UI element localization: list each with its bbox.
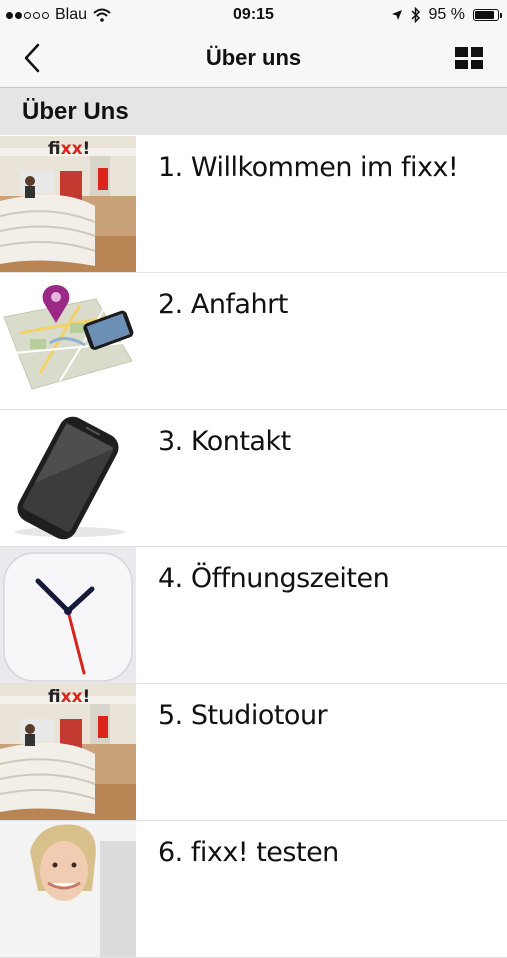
list-item-label: 6. fixx! testen xyxy=(158,837,339,868)
list-item-label: 1. Willkommen im fixx! xyxy=(158,152,459,183)
svg-text:fixx!: fixx! xyxy=(48,139,90,159)
navigation-bar: Über uns xyxy=(0,30,507,88)
list-item-label: 5. Studiotour xyxy=(158,700,328,731)
list-item-studiotour[interactable]: fixx! 5. Studiotour xyxy=(0,684,507,821)
about-list: fixx! 1. Willkommen im fixx! 2. Anfahrt … xyxy=(0,136,507,958)
list-item-label: 3. Kontakt xyxy=(158,426,291,457)
reception-photo: fixx! xyxy=(0,136,136,272)
woman-photo xyxy=(0,821,136,957)
page-title: Über uns xyxy=(205,45,302,70)
list-item-anfahrt[interactable]: 2. Anfahrt xyxy=(0,273,507,410)
svg-text:fixx!: fixx! xyxy=(48,687,90,707)
grid-icon xyxy=(455,47,468,57)
list-item-label: 4. Öffnungszeiten xyxy=(158,563,390,594)
map-pin-icon xyxy=(0,273,136,409)
list-item-oeffnungszeiten[interactable]: 4. Öffnungszeiten xyxy=(0,547,507,684)
smartphone-icon xyxy=(0,410,136,546)
list-item-label: 2. Anfahrt xyxy=(158,289,288,320)
battery-percentage: 95 % xyxy=(428,6,465,23)
grid-menu-button[interactable] xyxy=(455,47,483,69)
clock-icon xyxy=(0,547,136,683)
battery-icon xyxy=(473,9,502,21)
list-item-fixx-testen[interactable]: 6. fixx! testen xyxy=(0,821,507,958)
bluetooth-icon xyxy=(411,7,421,23)
list-item-kontakt[interactable]: 3. Kontakt xyxy=(0,410,507,547)
reception-photo: fixx! xyxy=(0,684,136,820)
section-header: Über Uns xyxy=(0,88,507,135)
list-item-willkommen[interactable]: fixx! 1. Willkommen im fixx! xyxy=(0,136,507,273)
status-bar: Blau 09:15 95 % xyxy=(0,0,507,30)
location-arrow-icon xyxy=(391,9,403,21)
status-right: 95 % xyxy=(391,6,502,24)
